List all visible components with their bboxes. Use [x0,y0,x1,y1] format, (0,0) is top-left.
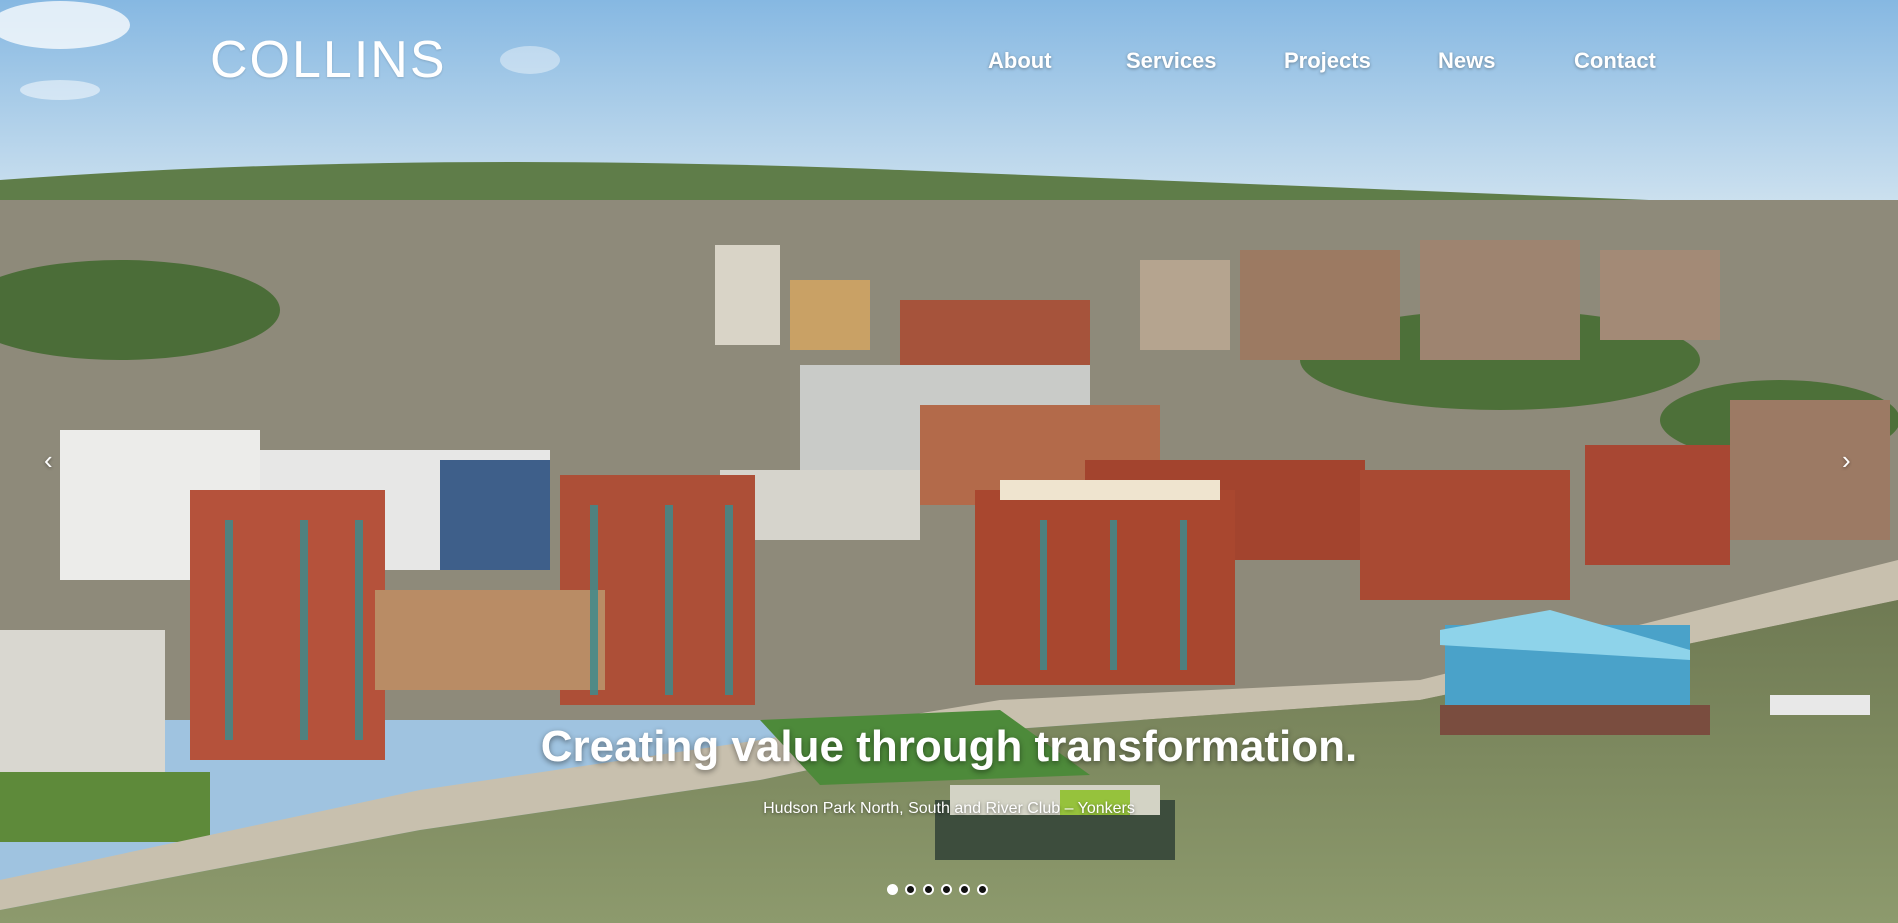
slide-caption: Hudson Park North, South and River Club … [763,800,1135,817]
hero-slider [0,0,1898,923]
brand-logo[interactable]: COLLINS [210,34,447,86]
nav-item-projects[interactable]: Projects [1284,48,1371,74]
slider-dot-4[interactable] [941,884,952,895]
slider-next-arrow-icon[interactable]: › [1842,447,1851,473]
slider-prev-arrow-icon[interactable]: ‹ [44,447,53,473]
nav-item-contact[interactable]: Contact [1574,48,1656,74]
slider-dot-2[interactable] [905,884,916,895]
nav-item-services[interactable]: Services [1126,48,1217,74]
slider-dot-5[interactable] [959,884,970,895]
slider-dot-3[interactable] [923,884,934,895]
slide-headline: Creating value through transformation. [540,722,1358,771]
slider-dot-1[interactable] [887,884,898,895]
slider-pagination [887,884,988,895]
nav-item-about[interactable]: About [988,48,1052,74]
hero-background-image [0,0,1898,923]
nav-item-news[interactable]: News [1438,48,1495,74]
slider-dot-6[interactable] [977,884,988,895]
